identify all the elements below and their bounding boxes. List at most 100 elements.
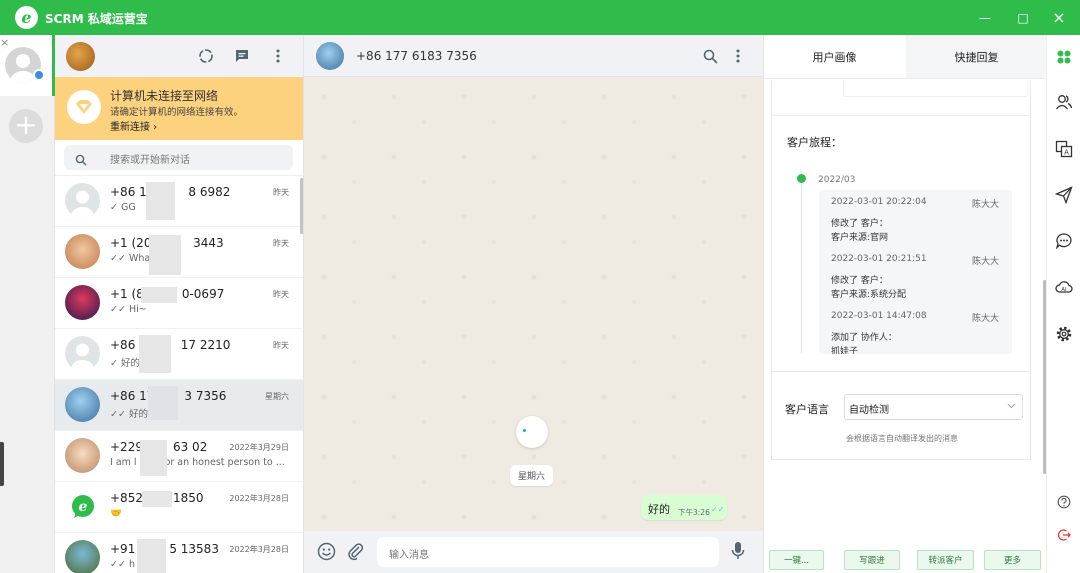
contact-avatar (65, 234, 100, 269)
loading-spinner (516, 416, 548, 448)
more-button[interactable]: 更多 (984, 550, 1041, 570)
tab-quick-reply[interactable]: 快捷回复 (906, 35, 1046, 78)
language-select[interactable]: 自动检测 (844, 394, 1023, 420)
translate-icon[interactable]: A (1054, 139, 1074, 159)
chat-item[interactable]: +1 (206 3443 ✓✓ Whats 昨天 (55, 227, 303, 278)
message-composer: 输入消息 (304, 531, 763, 573)
timeline-line (801, 173, 802, 353)
account-tile[interactable]: × (0, 35, 55, 96)
message-time: 下午3:26 (678, 508, 710, 517)
timeline-event: 2022-03-01 20:22:04 陈大大 修改了 客户： 客户来源:官网 (819, 190, 1012, 247)
event-action: 修改了 客户： (831, 219, 888, 229)
whatsapp-icon: e (65, 489, 100, 524)
add-account-button[interactable]: + (9, 109, 43, 143)
mic-icon[interactable] (730, 541, 746, 565)
event-user: 陈大大 (971, 257, 999, 267)
redaction (142, 491, 172, 507)
message-preview: ✓✓ Hi~ (110, 304, 147, 315)
offline-icon (67, 90, 101, 124)
chat-item[interactable]: +229 63 02 I am l or an honest person to .… (55, 431, 303, 482)
menu-icon[interactable] (726, 44, 750, 68)
sidebar-header (55, 35, 303, 77)
chat-item-selected[interactable]: +86 17 3 7356 ✓✓ 好的 星期六 (55, 380, 303, 431)
message-preview: ✓ GG (110, 202, 136, 213)
chat-item[interactable]: +91 5 13583 ✓✓ h 2022年3月28日 (55, 533, 303, 573)
timeline-events: 2022-03-01 20:22:04 陈大大 修改了 客户： 客户来源:官网 … (819, 190, 1012, 354)
reconnect-link[interactable]: 重新连接 › (110, 118, 157, 133)
timeline-month: 2022/03 (818, 175, 856, 185)
chevron-down-icon (1007, 401, 1016, 413)
chat-item[interactable]: +86 1 17 2210 ✓ 好的 昨天 (55, 329, 303, 380)
conversation-pane: +86 177 6183 7356 星期六 好的 下午3:26 ✓✓ 输入消息 (304, 35, 763, 573)
apps-icon[interactable] (1054, 47, 1074, 67)
close-icon[interactable]: × (0, 36, 9, 49)
send-icon[interactable] (1054, 185, 1074, 205)
transfer-customer-button[interactable]: 转派客户 (917, 550, 974, 570)
customer-panel: 用户画像 快捷回复 客户旅程： 2022/03 2022-03-01 20:22… (763, 35, 1046, 573)
tab-user-profile[interactable]: 用户画像 (764, 35, 905, 78)
outgoing-message[interactable]: 好的 下午3:26 ✓✓ (641, 495, 727, 520)
contact-avatar (65, 183, 100, 218)
minimize-button[interactable]: — (968, 0, 1002, 35)
journey-title: 客户旅程： (787, 136, 842, 149)
gear-icon[interactable] (1054, 324, 1074, 344)
svg-text:A: A (1064, 149, 1069, 157)
ai-cloud-icon[interactable]: AI (1054, 277, 1074, 297)
redaction (146, 182, 175, 220)
help-icon[interactable] (1054, 492, 1074, 512)
chat-list: +86 15 8 6982 ✓ GG 昨天 +1 (206 3443 ✓✓ What… (55, 176, 303, 573)
redaction (149, 235, 181, 275)
contact-avatar (65, 387, 100, 422)
logout-icon[interactable] (1054, 525, 1074, 545)
language-card: 客户语言 自动检测 会根据语言自动翻译发出的消息 (771, 372, 1031, 460)
event-detail: 客户来源:官网 (831, 233, 889, 243)
chat-time: 昨天 (273, 290, 289, 299)
menu-icon[interactable] (266, 44, 290, 68)
search-icon (75, 151, 87, 170)
chat-time: 2022年3月28日 (229, 494, 289, 503)
chat-bubble-icon[interactable] (1054, 231, 1074, 251)
message-preview: 🤝 (110, 508, 122, 519)
app-logo: e (15, 6, 38, 29)
event-user: 陈大大 (971, 200, 999, 210)
search-box[interactable]: 搜索或开始新对话 (64, 145, 293, 170)
redaction (139, 335, 171, 373)
title-bar: e SCRM 私域运营宝 — □ × (0, 0, 1080, 35)
message-input[interactable]: 输入消息 (389, 546, 429, 561)
svg-text:e: e (78, 499, 87, 515)
contact-avatar (65, 285, 100, 320)
users-icon[interactable] (1054, 92, 1074, 112)
event-time: 2022-03-01 20:22:04 (831, 197, 927, 207)
new-chat-icon[interactable] (230, 44, 254, 68)
status-icon[interactable] (194, 44, 218, 68)
resize-handle[interactable] (0, 442, 4, 486)
message-input-box[interactable]: 输入消息 (377, 537, 719, 567)
chat-item[interactable]: e +852 1850 🤝 2022年3月28日 (55, 482, 303, 533)
chat-time: 星期六 (265, 392, 289, 401)
search-icon[interactable] (698, 44, 722, 68)
banner-title: 计算机未连接至网络 (110, 89, 219, 103)
maximize-button[interactable]: □ (1006, 0, 1040, 35)
write-followup-button[interactable]: 写跟进 (844, 550, 900, 570)
chat-item[interactable]: +86 15 8 6982 ✓ GG 昨天 (55, 176, 303, 227)
my-avatar[interactable] (66, 42, 95, 71)
account-status-badge (33, 69, 45, 81)
search-input[interactable]: 搜索或开始新对话 (110, 151, 190, 166)
date-divider: 星期六 (510, 465, 554, 486)
read-receipt-icon: ✓✓ (711, 505, 725, 514)
message-preview: ✓✓ Whats (110, 253, 159, 264)
attach-icon[interactable] (346, 542, 365, 565)
contact-avatar (65, 540, 100, 573)
conversation-title[interactable]: +86 177 6183 7356 (356, 49, 477, 63)
chat-time: 昨天 (273, 188, 289, 197)
conversation-avatar[interactable] (316, 42, 344, 70)
close-window-button[interactable]: × (1042, 0, 1076, 35)
app-title: SCRM 私域运营宝 (45, 12, 148, 26)
one-click-button[interactable]: 一键... (769, 550, 824, 570)
language-hint: 会根据语言自动翻译发出的消息 (846, 434, 958, 443)
message-preview: ✓ 好的 (110, 358, 140, 369)
emoji-icon[interactable] (317, 542, 336, 565)
chat-item[interactable]: +1 (8 0-0697 ✓✓ Hi~ 昨天 (55, 278, 303, 329)
timeline-event: 2022-03-01 14:47:08 陈大大 添加了 协作人： 抓娃子 (819, 304, 1012, 354)
event-detail: 客户来源:系统分配 (831, 290, 907, 300)
